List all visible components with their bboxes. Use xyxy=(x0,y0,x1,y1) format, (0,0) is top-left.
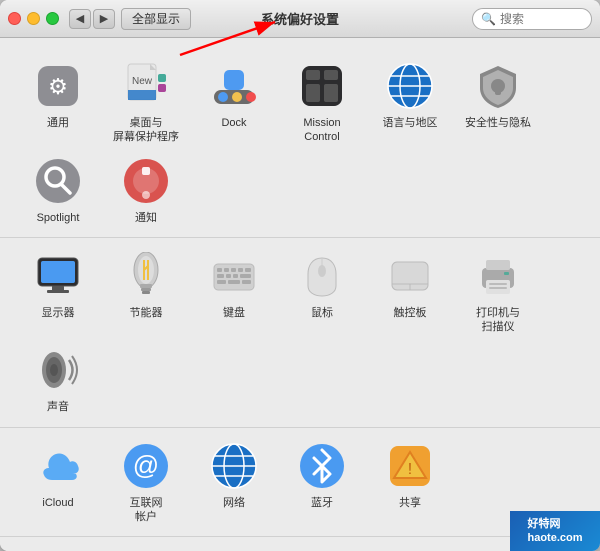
hardware-grid: 显示器 xyxy=(14,244,586,419)
displays-label: 显示器 xyxy=(42,306,75,320)
pref-trackpad[interactable]: 触控板 xyxy=(366,244,454,339)
sharing-label: 共享 xyxy=(399,496,421,510)
pref-language[interactable]: 语言与地区 xyxy=(366,54,454,149)
pref-general[interactable]: ⚙ 通用 xyxy=(14,54,102,149)
desktop-label: 桌面与屏幕保护程序 xyxy=(113,116,179,145)
language-label: 语言与地区 xyxy=(383,116,438,130)
titlebar: ◀ ▶ 全部显示 系统偏好设置 🔍 xyxy=(0,0,600,38)
nav-buttons: ◀ ▶ xyxy=(69,9,115,29)
pref-energy[interactable]: 节能器 xyxy=(102,244,190,339)
pref-datetime[interactable]: 18 日期与时间 xyxy=(366,543,454,551)
search-input[interactable] xyxy=(500,12,580,26)
pref-icloud[interactable]: iCloud xyxy=(14,434,102,529)
spotlight-icon xyxy=(32,155,84,207)
pref-mission-control[interactable]: MissionControl xyxy=(278,54,366,149)
minimize-button[interactable] xyxy=(27,12,40,25)
pref-internet-accounts[interactable]: @ 互联网帐户 xyxy=(102,434,190,529)
printer-label: 打印机与扫描仪 xyxy=(476,306,520,335)
pref-desktop[interactable]: New 桌面与屏幕保护程序 xyxy=(102,54,190,149)
forward-button[interactable]: ▶ xyxy=(93,9,115,29)
bluetooth-icon xyxy=(296,440,348,492)
pref-mouse[interactable]: 鼠标 xyxy=(278,244,366,339)
network-label: 网络 xyxy=(223,496,245,510)
watermark: 好特网haote.com xyxy=(510,511,600,551)
trackpad-icon xyxy=(384,250,436,302)
icloud-label: iCloud xyxy=(42,496,73,510)
dock-label: Dock xyxy=(221,116,246,130)
printer-icon xyxy=(472,250,524,302)
preferences-content: ⚙ 通用 New xyxy=(0,38,600,551)
maximize-button[interactable] xyxy=(46,12,59,25)
pref-spotlight[interactable]: Spotlight xyxy=(14,149,102,229)
watermark-text: 好特网haote.com xyxy=(527,517,582,546)
notifications-icon xyxy=(120,155,172,207)
window-title: 系统偏好设置 xyxy=(261,9,339,28)
pref-network[interactable]: 网络 xyxy=(190,434,278,529)
pref-dictation[interactable]: 听写与语音 xyxy=(278,543,366,551)
spotlight-label: Spotlight xyxy=(37,211,80,225)
displays-icon xyxy=(32,250,84,302)
svg-text:@: @ xyxy=(133,450,159,480)
desktop-icon: New xyxy=(120,60,172,112)
internet-accounts-label: 互联网帐户 xyxy=(130,496,163,525)
pref-bluetooth[interactable]: 蓝牙 xyxy=(278,434,366,529)
mouse-label: 鼠标 xyxy=(311,306,333,320)
pref-security[interactable]: 安全性与隐私 xyxy=(454,54,542,149)
back-button[interactable]: ◀ xyxy=(69,9,91,29)
mission-control-icon xyxy=(296,60,348,112)
sound-icon xyxy=(32,344,84,396)
security-label: 安全性与隐私 xyxy=(465,116,531,130)
pref-users[interactable]: 用户与群组 xyxy=(14,543,102,551)
section-hardware: 显示器 xyxy=(0,238,600,428)
energy-icon xyxy=(120,250,172,302)
internet-accounts-icon: @ xyxy=(120,440,172,492)
sound-label: 声音 xyxy=(47,400,69,414)
pref-notifications[interactable]: 通知 xyxy=(102,149,190,229)
pref-keyboard[interactable]: 键盘 xyxy=(190,244,278,339)
network-icon xyxy=(208,440,260,492)
keyboard-icon xyxy=(208,250,260,302)
pref-sharing[interactable]: ! 共享 xyxy=(366,434,454,529)
icloud-icon xyxy=(32,440,84,492)
pref-sound[interactable]: 声音 xyxy=(14,338,102,418)
dock-icon xyxy=(208,60,260,112)
svg-text:!: ! xyxy=(408,461,412,478)
close-button[interactable] xyxy=(8,12,21,25)
keyboard-label: 键盘 xyxy=(223,306,245,320)
pref-appstore[interactable]: A App Store xyxy=(190,543,278,551)
mouse-icon xyxy=(296,250,348,302)
internet-grid: iCloud @ 互联网帐户 xyxy=(14,434,586,529)
search-box[interactable]: 🔍 xyxy=(472,8,592,30)
traffic-lights xyxy=(8,12,59,25)
mission-control-label: MissionControl xyxy=(303,116,340,145)
pref-dock[interactable]: Dock xyxy=(190,54,278,149)
pref-printer[interactable]: 打印机与扫描仪 xyxy=(454,244,542,339)
section-personal: ⚙ 通用 New xyxy=(0,48,600,238)
system-grid: 用户与群组 家长控制 xyxy=(14,543,586,551)
general-label: 通用 xyxy=(47,116,69,130)
svg-text:New: New xyxy=(132,76,153,87)
pref-parental[interactable]: 家长控制 xyxy=(102,543,190,551)
show-all-button[interactable]: 全部显示 xyxy=(121,8,191,30)
bluetooth-label: 蓝牙 xyxy=(311,496,333,510)
personal-grid: ⚙ 通用 New xyxy=(14,54,586,229)
security-icon xyxy=(472,60,524,112)
sharing-icon: ! xyxy=(384,440,436,492)
general-icon: ⚙ xyxy=(32,60,84,112)
energy-label: 节能器 xyxy=(130,306,163,320)
search-icon: 🔍 xyxy=(481,12,496,26)
language-icon xyxy=(384,60,436,112)
pref-displays[interactable]: 显示器 xyxy=(14,244,102,339)
trackpad-label: 触控板 xyxy=(394,306,427,320)
notifications-label: 通知 xyxy=(135,211,157,225)
svg-text:⚙: ⚙ xyxy=(48,74,68,99)
